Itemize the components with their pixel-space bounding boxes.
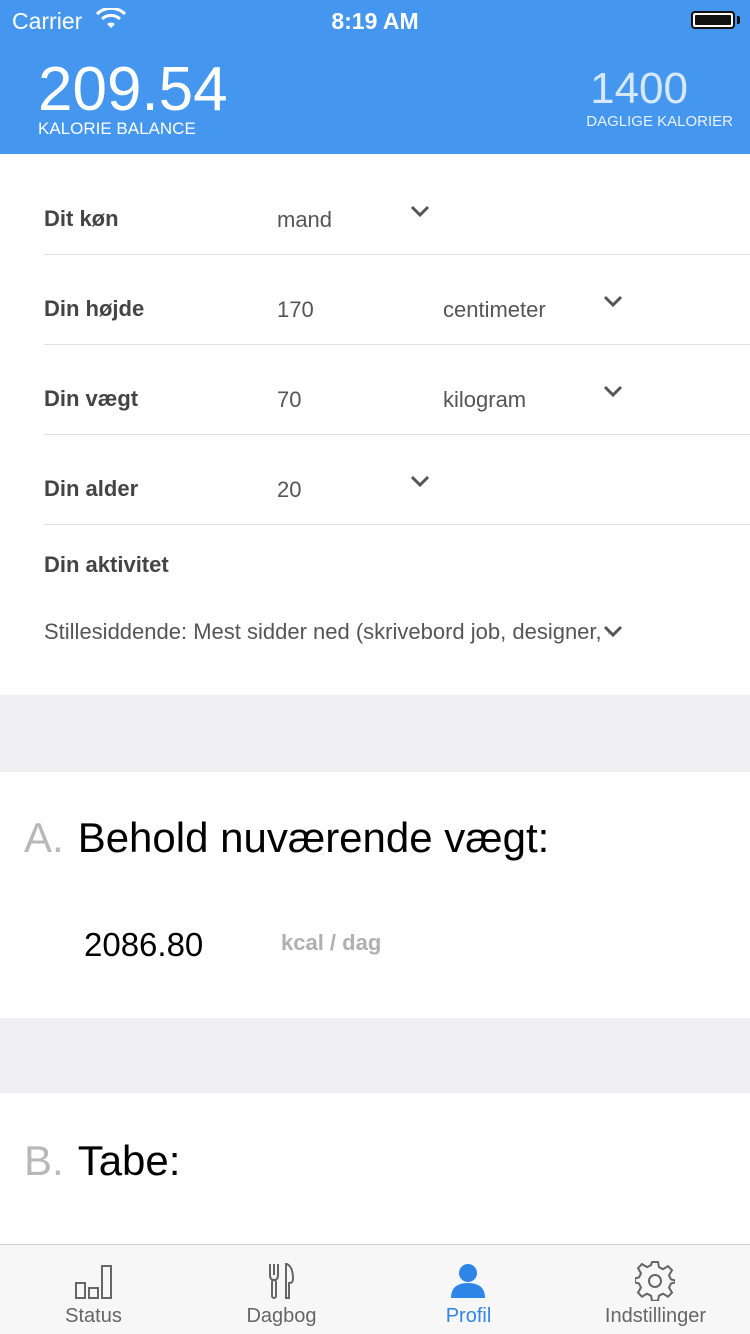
chevron-down-icon[interactable] [603,294,623,308]
weight-label: Din vægt [44,386,139,411]
status-bar: Carrier 8:19 AM [0,0,750,40]
calorie-balance-value: 209.54 [38,55,228,124]
battery-tip [737,16,740,24]
age-value[interactable]: 20 [277,477,301,503]
gear-icon [635,1261,675,1301]
gender-row[interactable]: Dit køn mand [44,164,750,255]
clock: 8:19 AM [331,8,419,34]
activity-row[interactable]: Din aktivitet Stillesiddende: Mest sidde… [44,524,750,694]
weight-unit[interactable]: kilogram [443,387,526,413]
section-a-title: A. Behold nuværende vægt: [24,814,549,862]
height-value[interactable]: 170 [277,297,314,323]
weight-value[interactable]: 70 [277,387,301,413]
calorie-balance-label: KALORIE BALANCE [38,119,196,138]
section-divider [0,1018,750,1093]
bar-chart-icon [75,1265,112,1299]
fork-knife-icon [269,1263,295,1299]
maintain-kcal-value: 2086.80 [84,926,204,963]
section-b-letter: B. [24,1137,64,1184]
chevron-down-icon[interactable] [603,384,623,398]
screen: Carrier 8:19 AM 209.54 KALORIE BALANCE 1… [0,0,750,1334]
maintain-kcal-unit: kcal / dag [281,930,382,955]
tab-status[interactable]: Status [0,1245,187,1334]
daily-calories-label: DAGLIGE KALORIER [586,113,733,130]
age-label: Din alder [44,476,139,501]
height-label: Din højde [44,296,145,321]
chevron-down-icon[interactable] [410,474,430,488]
section-a-text: Behold nuværende vægt: [77,814,550,861]
battery-icon [691,11,735,29]
section-b-title: B. Tabe: [24,1137,180,1185]
chevron-down-icon[interactable] [410,204,430,218]
gender-value[interactable]: mand [277,207,332,233]
chevron-down-icon[interactable] [603,624,623,638]
activity-value[interactable]: Stillesiddende: Mest sidder ned (skriveb… [44,619,609,645]
tab-indstillinger[interactable]: Indstillinger [562,1245,749,1334]
header: Carrier 8:19 AM 209.54 KALORIE BALANCE 1… [0,0,750,154]
height-row[interactable]: Din højde 170 centimeter [44,254,750,345]
height-unit[interactable]: centimeter [443,297,546,323]
activity-label: Din aktivitet [44,552,169,577]
tab-profil-label: Profil [445,1305,492,1327]
age-row[interactable]: Din alder 20 [44,434,750,525]
section-divider [0,695,750,772]
tab-dagbog[interactable]: Dagbog [188,1245,375,1334]
person-icon [451,1264,485,1298]
weight-row[interactable]: Din vægt 70 kilogram [44,344,750,435]
tab-bar: Status Dagbog Profil Indstillinger [0,1244,750,1334]
section-a-letter: A. [24,814,64,861]
daily-calories-value: 1400 [590,64,688,113]
tab-profil[interactable]: Profil [375,1245,562,1334]
section-b-text: Tabe: [77,1137,181,1184]
tab-dagbog-label: Dagbog [246,1305,317,1327]
tab-indstillinger-label: Indstillinger [604,1305,707,1327]
tab-status-label: Status [65,1305,122,1327]
gender-label: Dit køn [44,206,119,231]
